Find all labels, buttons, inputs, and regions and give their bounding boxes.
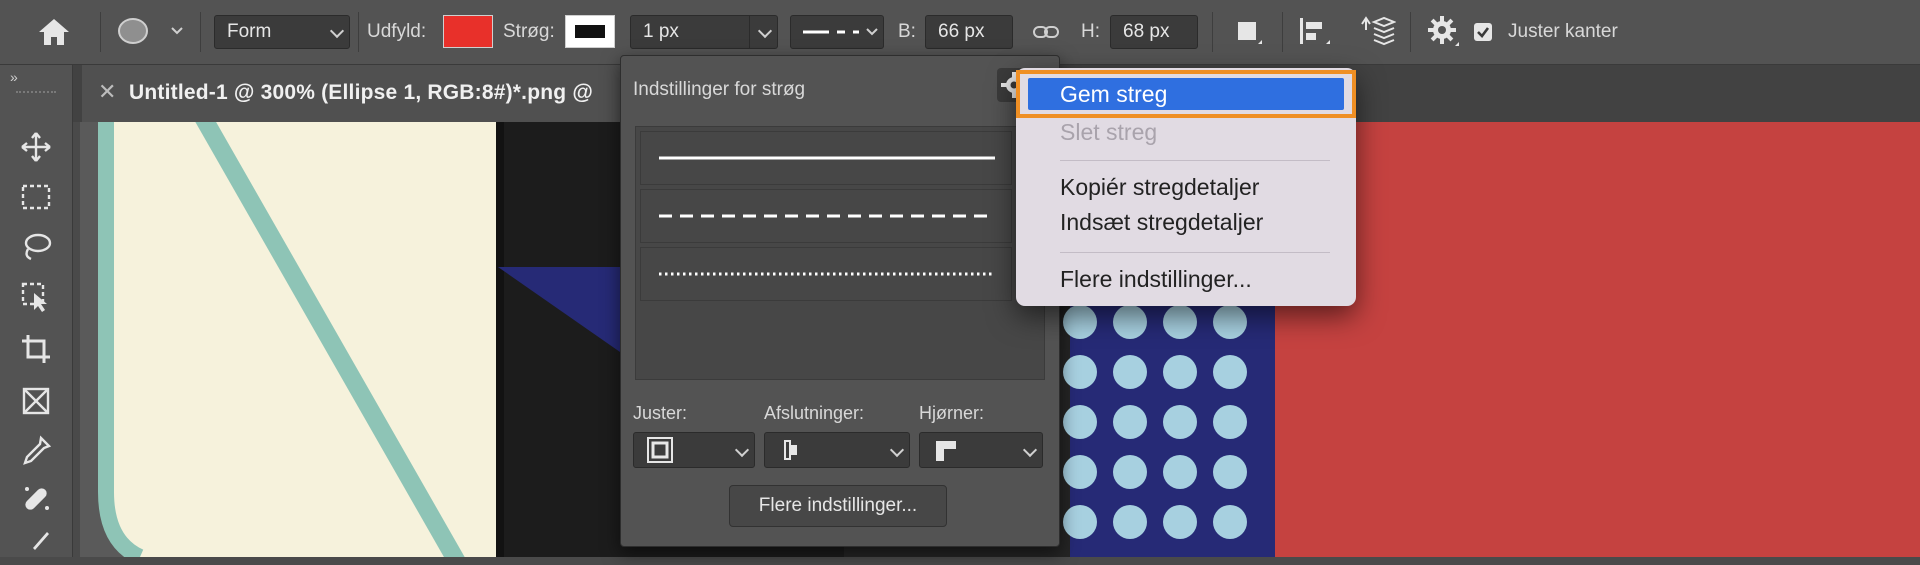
path-operations-icon[interactable] [1232, 16, 1266, 50]
stroke-type-dash-icon [803, 28, 878, 36]
frame-tool-icon[interactable] [14, 381, 58, 421]
menu-item-save-stroke[interactable]: Gem streg [1016, 70, 1356, 118]
align-label: Juster: [633, 403, 688, 423]
document-tab-title: Untitled-1 @ 300% (Ellipse 1, RGB:8#)*.p… [129, 81, 594, 104]
document-tab[interactable]: ✕ Untitled-1 @ 300% (Ellipse 1, RGB:8#)*… [82, 65, 622, 122]
lasso-tool-icon[interactable] [14, 227, 58, 267]
stroke-caps-select[interactable] [764, 432, 910, 468]
brush-tool-icon[interactable] [14, 525, 58, 565]
stroke-options-panel: Indstillinger for strøg Juster: Afslutni… [620, 55, 1060, 547]
stroke-style-list [635, 126, 1045, 380]
panel-grip[interactable] [16, 91, 56, 97]
stroke-options-menu: Gem streg Slet streg Kopiér stregdetalje… [1016, 68, 1356, 306]
menu-item-paste-stroke-details[interactable]: Indsæt stregdetaljer [1060, 209, 1263, 236]
align-edges-label: Juster kanter [1508, 21, 1618, 42]
crop-tool-icon[interactable] [14, 329, 58, 369]
menu-item-copy-stroke-details[interactable]: Kopiér stregdetaljer [1060, 174, 1259, 201]
stroke-style-solid[interactable] [640, 131, 1012, 185]
move-tool-icon[interactable] [14, 127, 58, 167]
link-dimensions-icon[interactable] [1032, 20, 1060, 44]
stroke-width-input[interactable]: 1 px [630, 15, 778, 49]
marquee-tool-icon[interactable] [14, 177, 58, 217]
healing-brush-tool-icon[interactable] [14, 479, 58, 519]
chevron-down-icon [329, 23, 345, 39]
stroke-corners-select[interactable] [919, 432, 1043, 468]
width-value: 66 px [938, 21, 985, 42]
ellipse-tool-preset-picker[interactable] [116, 14, 188, 50]
more-options-button[interactable]: Flere indstillinger... [729, 485, 947, 527]
stroke-style-dotted[interactable] [640, 247, 1012, 301]
fill-label: Udfyld: [367, 21, 427, 42]
home-icon[interactable] [36, 16, 72, 48]
tools-panel: » [0, 65, 73, 557]
more-options-button-label: Flere indstillinger... [758, 495, 918, 516]
height-input[interactable]: 68 px [1110, 15, 1198, 49]
height-label: H: [1081, 21, 1100, 42]
menu-separator [1060, 160, 1330, 161]
stroke-align-select[interactable] [633, 432, 755, 468]
stroke-align-inside-icon [647, 437, 673, 463]
chevron-down-icon [734, 442, 750, 458]
stroke-width-value: 1 px [643, 21, 679, 42]
align-edges-checkbox[interactable] [1474, 23, 1492, 41]
caps-label: Afslutninger: [764, 403, 865, 423]
close-icon[interactable]: ✕ [98, 79, 116, 105]
stroke-type-select[interactable] [790, 15, 884, 49]
corners-label: Hjørner: [919, 403, 985, 423]
stroke-label: Strøg: [503, 21, 555, 42]
fill-color-swatch[interactable] [443, 15, 493, 48]
chevron-down-icon [757, 23, 773, 39]
width-input[interactable]: 66 px [925, 15, 1013, 49]
chevron-down-icon [1022, 442, 1038, 458]
menu-item-delete-stroke: Slet streg [1060, 119, 1158, 145]
tool-mode-select[interactable]: Form [214, 15, 350, 49]
chevron-down-icon [889, 442, 905, 458]
menu-item-more-options[interactable]: Flere indstillinger... [1060, 266, 1252, 293]
gear-icon[interactable] [1426, 14, 1462, 50]
tool-mode-value: Form [227, 21, 272, 42]
object-selection-tool-icon[interactable] [14, 277, 58, 317]
stroke-color-swatch[interactable] [565, 15, 615, 48]
stroke-corner-icon [936, 441, 956, 461]
path-arrangement-icon[interactable] [1356, 12, 1397, 52]
checkmark-icon [1477, 27, 1490, 38]
path-alignment-icon[interactable] [1296, 14, 1336, 50]
width-label: B: [898, 21, 916, 42]
menu-separator [1060, 252, 1330, 253]
stroke-options-title: Indstillinger for strøg [633, 79, 806, 100]
panel-collapse-icon[interactable]: » [10, 69, 18, 85]
height-value: 68 px [1123, 21, 1170, 42]
stroke-cap-icon [784, 440, 797, 460]
stroke-style-dashed[interactable] [640, 189, 1012, 243]
eyedropper-tool-icon[interactable] [14, 431, 58, 471]
menu-item-save-stroke-label: Gem streg [1060, 81, 1168, 107]
